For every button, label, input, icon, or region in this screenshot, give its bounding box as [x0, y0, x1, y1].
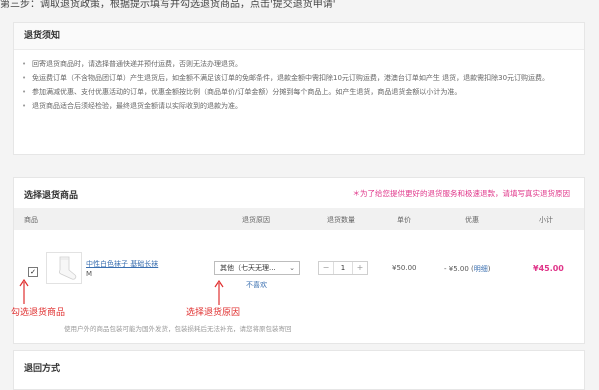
sock-image-icon [58, 256, 77, 280]
product-size: M [86, 270, 93, 278]
notice-item: 免运费订单（不含物品团订单）产生退货后，如金额不满足该订单的免邮条件，退款金额中… [22, 71, 576, 85]
select-goods-panel: 选择退货商品 ＊为了给您提供更好的退货服务和极速退款，请填写真实退货原因 商品 … [13, 177, 585, 344]
arrow-up-icon [214, 280, 224, 305]
return-reason-select[interactable]: 其他（七天无理... ⌄ [214, 261, 300, 275]
notice-item: 退货商品适合后须经检验，最终退货金额请以实际收到的退款为准。 [22, 99, 576, 113]
package-footnote: 使用户外的商品包装可能为国外发货，包装损耗后无法补充，请您将原包装寄回 [64, 325, 292, 333]
qty-value[interactable]: 1 [333, 262, 353, 274]
notice-item: 回寄退货商品时，请选择普通快递并预付运费，否则无法办理退货。 [22, 57, 576, 71]
reason-note: 不喜欢 [246, 281, 267, 289]
col-qty: 退货数量 [327, 216, 355, 224]
col-discount: 优惠 [465, 216, 479, 224]
quantity-stepper[interactable]: − 1 + [318, 261, 368, 275]
return-method-panel: 退回方式 [13, 350, 585, 390]
reason-tip: ＊为了给您提供更好的退货服务和极速退款，请填写真实退货原因 [352, 189, 571, 198]
increase-qty-button[interactable]: + [352, 262, 367, 274]
annotation-choose-reason: 选择退货原因 [186, 308, 241, 318]
col-product: 商品 [24, 216, 38, 224]
notice-title: 退货须知 [14, 23, 584, 50]
return-method-title: 退回方式 [24, 364, 61, 374]
col-price: 单价 [397, 216, 411, 224]
subtotal-value: ¥45.00 [533, 264, 564, 273]
col-subtotal: 小计 [539, 216, 553, 224]
discount-detail-link[interactable]: 明细 [474, 265, 488, 273]
return-notice-panel: 退货须知 回寄退货商品时，请选择普通快递并预付运费，否则无法办理退货。 免运费订… [13, 22, 585, 155]
decrease-qty-button[interactable]: − [319, 262, 334, 274]
step-instruction: 第三步：调取退货政策，根据提示填写并勾选退货商品，点击'提交退货申请' [0, 0, 336, 9]
table-row: ✓ 中性白色袜子 基础长袜 M 其他（七天无理... ⌄ 不喜欢 − 1 + ¥… [14, 230, 584, 320]
chevron-down-icon: ⌄ [289, 264, 295, 272]
product-thumbnail[interactable] [46, 252, 82, 284]
arrow-up-icon [19, 279, 29, 304]
notice-item: 参加满减优惠、支付优惠活动的订单，优惠金额按比例（商品单价/订单金额）分摊到每个… [22, 85, 576, 99]
return-reason-value: 其他（七天无理... [220, 264, 276, 272]
table-header: 商品 退货原因 退货数量 单价 优惠 小计 [14, 208, 584, 230]
unit-price: ¥50.00 [392, 264, 417, 272]
col-reason: 退货原因 [242, 216, 270, 224]
annotation-check-goods: 勾选退货商品 [11, 308, 66, 318]
select-goods-title: 选择退货商品 [24, 191, 79, 201]
discount-cell: - ¥5.00 (明细) [444, 265, 491, 273]
item-checkbox[interactable]: ✓ [28, 267, 38, 277]
product-name-link[interactable]: 中性白色袜子 基础长袜 [86, 259, 158, 269]
discount-value: - ¥5.00 [444, 265, 469, 273]
